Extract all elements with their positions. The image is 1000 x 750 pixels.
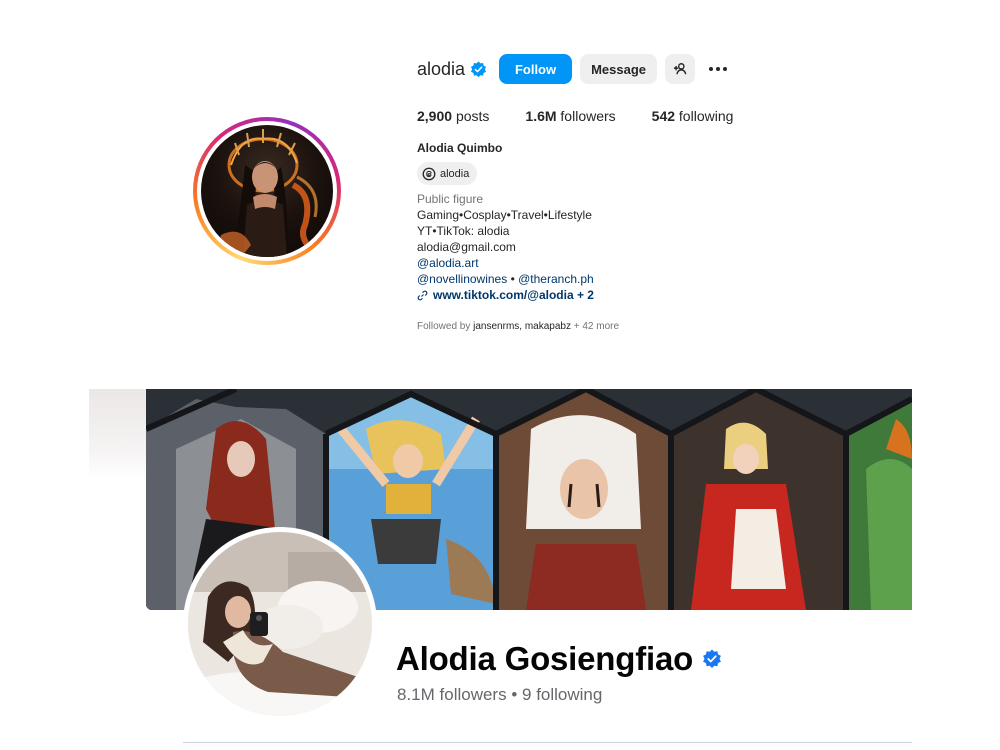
bio-external-link[interactable]: www.tiktok.com/@alodia + 2 [417, 287, 594, 303]
followed-by-more: + 42 more [570, 321, 620, 332]
facebook-followers[interactable]: 8.1M followers [397, 685, 507, 704]
message-button[interactable]: Message [580, 54, 658, 84]
instagram-full-name: Alodia Quimbo [417, 141, 503, 155]
following-count[interactable]: 542 following [652, 108, 734, 124]
facebook-avatar[interactable] [188, 532, 372, 716]
threads-handle: alodia [440, 167, 470, 180]
facebook-name-text: Alodia Gosiengfiao [396, 640, 694, 677]
facebook-avatar-ring[interactable] [183, 527, 377, 721]
bio-category: Public figure [417, 192, 484, 206]
posts-count: 2,900 posts [417, 108, 489, 124]
threads-badge[interactable]: alodia [417, 162, 478, 185]
verified-badge-icon [703, 649, 721, 668]
facebook-following[interactable]: 9 following [522, 685, 602, 704]
instagram-avatar-image [215, 129, 318, 257]
followed-by-names: jansenrms, makapabz [473, 321, 571, 332]
follow-button[interactable]: Follow [499, 54, 573, 84]
bio-line-3: alodia@gmail.com [417, 240, 516, 254]
instagram-bio: Public figure Gaming•Cosplay•Travel•Life… [417, 191, 594, 303]
facebook-divider [183, 742, 912, 743]
instagram-username: alodia [417, 58, 466, 79]
bio-separator: • [507, 272, 519, 286]
followers-count[interactable]: 1.6M followers [525, 108, 615, 124]
suggest-accounts-button[interactable] [665, 54, 696, 84]
followers-value: 1.6M [525, 108, 557, 124]
bio-line-1: Gaming•Cosplay•Travel•Lifestyle [417, 208, 592, 222]
followed-by-text[interactable]: Followed by jansenrms, makapabz + 42 mor… [417, 321, 619, 332]
bio-line-5: @novellinowines • @theranch.ph [417, 271, 594, 287]
posts-value: 2,900 [417, 108, 453, 124]
facebook-follow-counts: 8.1M followers • 9 following [397, 685, 602, 705]
instagram-avatar-ring[interactable] [193, 117, 341, 265]
facebook-avatar-image [188, 532, 372, 716]
facebook-page-name: Alodia Gosiengfiao [396, 640, 722, 678]
bio-mention-novellino[interactable]: @novellinowines [417, 272, 507, 286]
following-label: following [678, 108, 734, 124]
bio-mention-art[interactable]: @alodia.art [417, 255, 594, 271]
followed-by-prefix: Followed by [417, 321, 474, 332]
followers-label: followers [560, 108, 616, 124]
following-value: 542 [651, 108, 676, 124]
person-add-icon [673, 63, 687, 75]
bio-mention-theranch[interactable]: @theranch.ph [518, 272, 594, 286]
threads-icon [422, 167, 436, 180]
verified-badge-icon [470, 60, 487, 77]
link-icon [417, 290, 428, 300]
posts-label: posts [455, 108, 490, 124]
instagram-avatar[interactable] [201, 125, 333, 257]
more-options-button[interactable] [703, 54, 733, 84]
more-horizontal-icon [709, 67, 728, 71]
instagram-profile-header: alodia Follow Message [417, 54, 733, 84]
bio-link-text: www.tiktok.com/@alodia + 2 [433, 288, 594, 302]
facebook-left-gradient [89, 389, 147, 479]
instagram-avatar-gap [197, 121, 337, 261]
bio-line-2: YT•TikTok: alodia [417, 224, 510, 238]
instagram-stats: 2,900 posts 1.6M followers 542 following [417, 108, 769, 124]
facebook-count-separator: • [506, 685, 523, 704]
